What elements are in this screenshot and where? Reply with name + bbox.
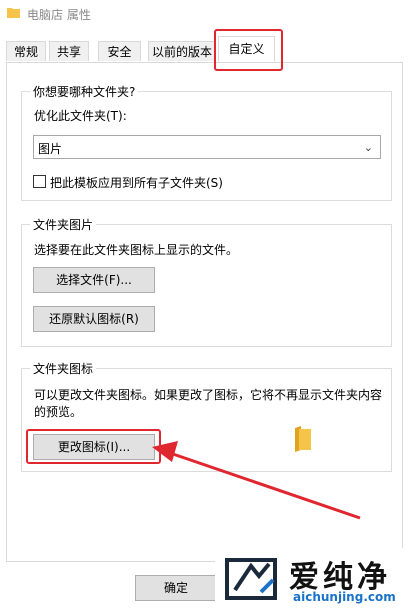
brand-url: aichunjing.com <box>293 590 396 604</box>
brand-logo-icon <box>225 558 277 600</box>
red-arrow-annotation <box>152 441 361 520</box>
watermark: 爱纯净 aichunjing.com <box>215 548 415 610</box>
